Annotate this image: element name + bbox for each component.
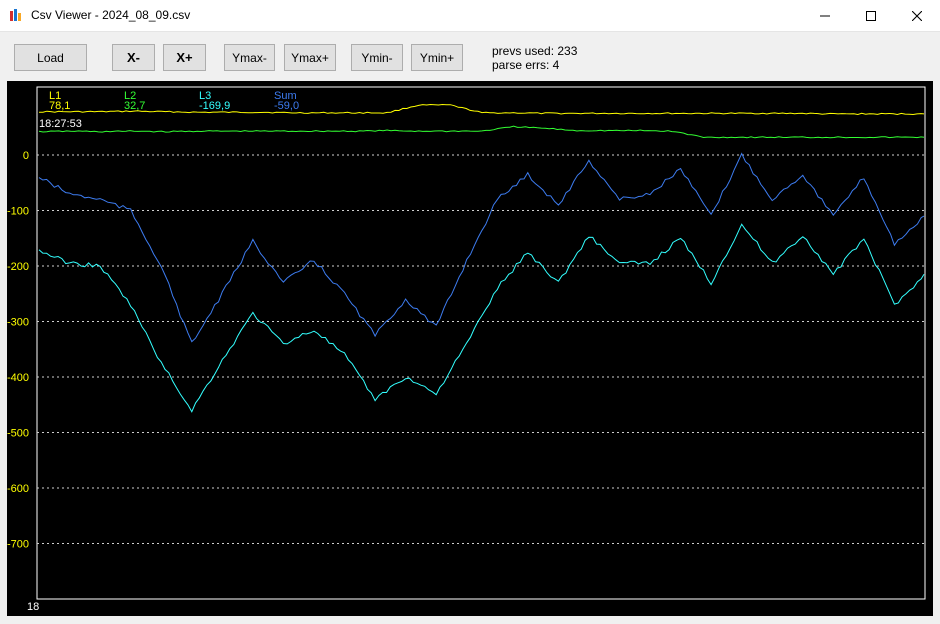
legend-value: 78,1 <box>49 100 70 112</box>
y-tick-label: -400 <box>7 372 29 384</box>
x-minus-button[interactable]: X- <box>112 44 155 71</box>
minimize-button[interactable] <box>802 0 848 31</box>
x-tick-label: 18 <box>27 601 39 613</box>
status-panel: prevs used: 233 parse errs: 4 <box>492 44 577 72</box>
legend-value: -59,0 <box>274 100 299 112</box>
y-tick-label: -700 <box>7 539 29 551</box>
ymax-plus-button[interactable]: Ymax+ <box>284 44 336 71</box>
parse-errs-label: parse errs: 4 <box>492 58 560 72</box>
x-plus-button[interactable]: X+ <box>163 44 206 71</box>
legend-value: 32,7 <box>124 100 145 112</box>
window-title: Csv Viewer - 2024_08_09.csv <box>31 8 191 22</box>
maximize-button[interactable] <box>848 0 894 31</box>
close-button[interactable] <box>894 0 940 31</box>
ymax-minus-button[interactable]: Ymax- <box>224 44 275 71</box>
series-line-sum <box>38 152 925 343</box>
cursor-time: 18:27:53 <box>39 118 82 130</box>
bar-chart-icon <box>10 9 21 21</box>
plot-frame <box>36 86 926 600</box>
series-line-l3 <box>38 223 925 413</box>
chart-panel[interactable]: 0 -100 -200 -300 -400 -500 -600 -700 18 18:27:53 L… <box>7 81 933 616</box>
y-tick-label: -200 <box>7 261 29 273</box>
ymin-plus-button[interactable]: Ymin+ <box>411 44 463 71</box>
line-chart[interactable]: 0-100-200-300-400-500-600-7001818:27:53L… <box>7 81 933 616</box>
maximize-icon <box>866 10 876 21</box>
ymin-minus-button[interactable]: Ymin- <box>351 44 403 71</box>
close-icon <box>912 10 922 21</box>
y-tick-label: 0 <box>23 150 29 162</box>
y-tick-label: -100 <box>7 206 29 218</box>
y-tick-label: -600 <box>7 483 29 495</box>
y-tick-label: -300 <box>7 317 29 329</box>
title-bar: Csv Viewer - 2024_08_09.csv <box>0 0 940 32</box>
series-line-l2 <box>38 125 925 139</box>
prevs-used-label: prevs used: 233 <box>492 44 578 58</box>
series-line-l1 <box>39 103 925 116</box>
load-button[interactable]: Load <box>14 44 87 71</box>
legend-value: -169,9 <box>199 100 230 112</box>
y-tick-label: -500 <box>7 428 29 440</box>
minimize-icon <box>820 15 830 16</box>
